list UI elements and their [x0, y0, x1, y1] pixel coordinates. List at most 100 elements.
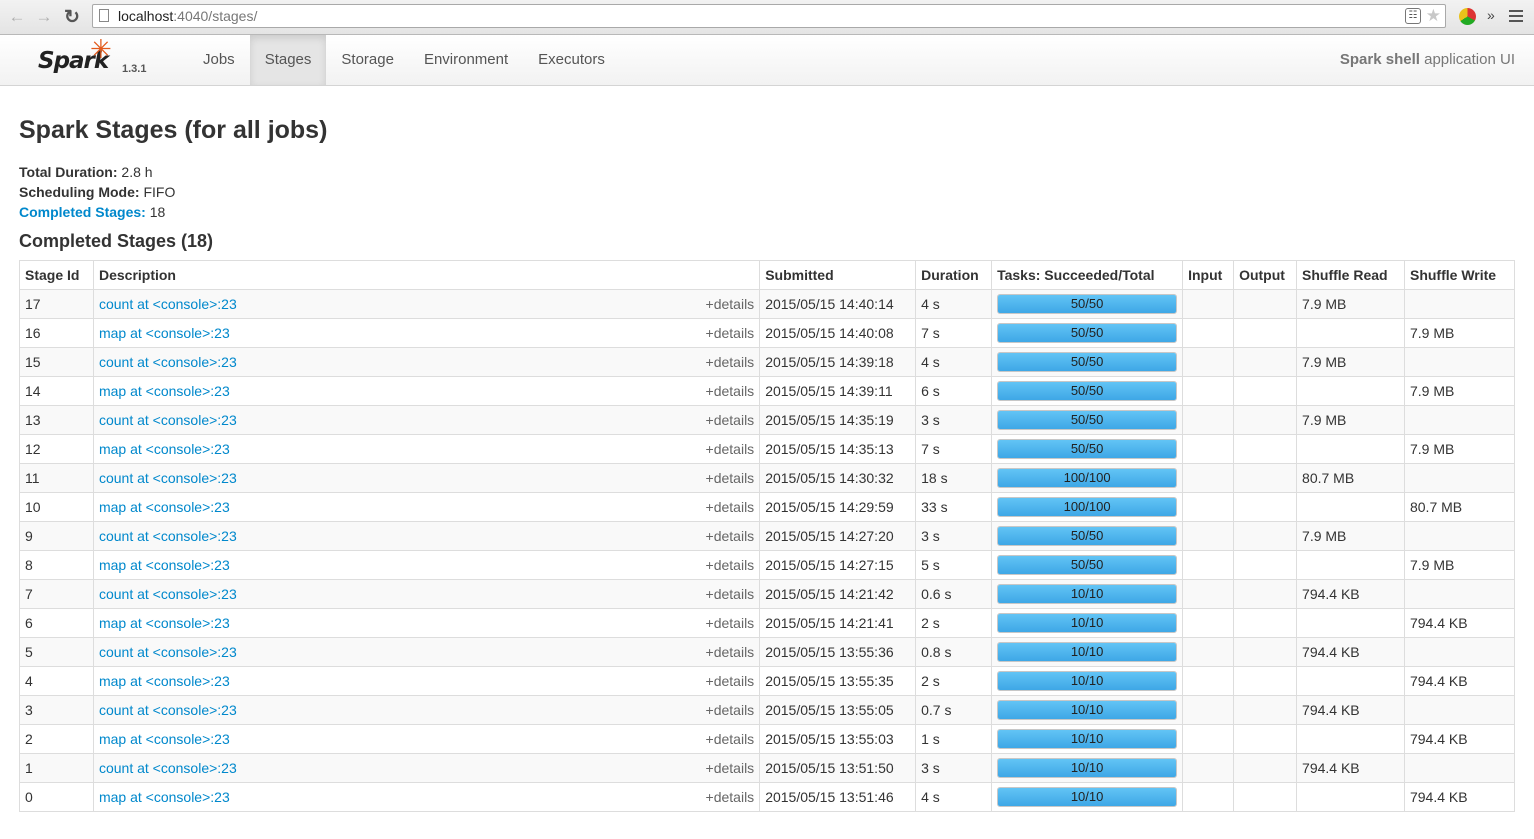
stage-description-link[interactable]: count at <console>:23 — [99, 470, 237, 486]
stage-description-link[interactable]: map at <console>:23 — [99, 731, 230, 747]
stage-id: 13 — [19, 405, 94, 435]
stage-output — [1233, 637, 1297, 667]
header-duration[interactable]: Duration — [915, 260, 992, 290]
stage-duration: 18 s — [915, 463, 992, 493]
stage-output — [1233, 347, 1297, 377]
stage-shuffle-write: 794.4 KB — [1403, 608, 1515, 638]
details-toggle[interactable]: +details — [706, 296, 755, 312]
stage-description-link[interactable]: count at <console>:23 — [99, 586, 237, 602]
star-icon[interactable]: ★ — [1426, 6, 1441, 26]
stage-tasks: 10/10 — [991, 579, 1183, 609]
header-description[interactable]: Description — [92, 260, 760, 290]
details-toggle[interactable]: +details — [706, 470, 755, 486]
stage-input — [1182, 521, 1234, 551]
extension-icon[interactable] — [1459, 8, 1476, 25]
stage-description-link[interactable]: map at <console>:23 — [99, 383, 230, 399]
header-submitted[interactable]: Submitted — [759, 260, 916, 290]
reload-button[interactable]: ↻ — [61, 6, 83, 28]
stage-description-link[interactable]: count at <console>:23 — [99, 760, 237, 776]
address-bar[interactable]: localhost:4040/stages/ ☷ ★ — [92, 4, 1446, 28]
stage-description-link[interactable]: count at <console>:23 — [99, 412, 237, 428]
header-tasks[interactable]: Tasks: Succeeded/Total — [991, 260, 1183, 290]
details-toggle[interactable]: +details — [706, 557, 755, 573]
details-toggle[interactable]: +details — [706, 731, 755, 747]
stage-description-link[interactable]: count at <console>:23 — [99, 296, 237, 312]
tasks-progress-bar: 100/100 — [997, 468, 1178, 488]
completed-stages-link[interactable]: Completed Stages: — [19, 204, 146, 220]
stage-duration: 6 s — [915, 376, 992, 406]
app-name: Spark shell — [1339, 51, 1420, 68]
stage-output — [1233, 724, 1297, 754]
hamburger-menu-icon[interactable] — [1509, 10, 1523, 25]
details-toggle[interactable]: +details — [706, 586, 755, 602]
header-input[interactable]: Input — [1182, 260, 1234, 290]
details-toggle[interactable]: +details — [706, 412, 755, 428]
stage-description: map at <console>:23 +details — [92, 782, 760, 812]
stage-duration: 0.7 s — [915, 695, 992, 725]
details-toggle[interactable]: +details — [706, 383, 755, 399]
tab-stages[interactable]: Stages — [249, 35, 327, 85]
details-toggle[interactable]: +details — [706, 325, 755, 341]
details-toggle[interactable]: +details — [706, 615, 755, 631]
stage-input — [1182, 695, 1234, 725]
stage-tasks: 50/50 — [991, 376, 1183, 406]
stage-output — [1233, 289, 1297, 319]
details-toggle[interactable]: +details — [706, 760, 755, 776]
stage-description-link[interactable]: map at <console>:23 — [99, 441, 230, 457]
chevron-double-right-icon[interactable]: » — [1487, 7, 1495, 23]
header-shuffle-write[interactable]: Shuffle Write — [1403, 260, 1515, 290]
stage-output — [1233, 695, 1297, 725]
translate-icon[interactable]: ☷ — [1405, 8, 1421, 24]
stage-description-link[interactable]: map at <console>:23 — [99, 673, 230, 689]
stage-description-link[interactable]: count at <console>:23 — [99, 644, 237, 660]
header-output[interactable]: Output — [1233, 260, 1297, 290]
stage-id: 11 — [19, 463, 94, 493]
stage-tasks: 100/100 — [991, 463, 1183, 493]
tasks-progress-label: 10/10 — [1070, 644, 1104, 659]
tasks-progress-bar: 50/50 — [997, 352, 1178, 372]
details-toggle[interactable]: +details — [706, 789, 755, 805]
stage-description-link[interactable]: count at <console>:23 — [99, 702, 237, 718]
details-toggle[interactable]: +details — [706, 644, 755, 660]
table-row: 16 map at <console>:23 +details 2015/05/15 … — [19, 318, 1515, 348]
url-text[interactable]: localhost:4040/stages/ — [118, 8, 257, 24]
stage-submitted: 2015/05/15 14:27:15 — [759, 550, 916, 580]
tab-executors[interactable]: Executors — [523, 35, 620, 85]
stage-description-link[interactable]: map at <console>:23 — [99, 557, 230, 573]
stage-description-link[interactable]: map at <console>:23 — [99, 499, 230, 515]
stage-shuffle-write — [1403, 521, 1515, 551]
tab-environment[interactable]: Environment — [409, 35, 523, 85]
app-title: Spark shell application UI — [1340, 35, 1515, 85]
forward-button[interactable]: → — [33, 6, 55, 28]
tab-jobs[interactable]: Jobs — [188, 35, 250, 85]
details-toggle[interactable]: +details — [706, 354, 755, 370]
stage-submitted: 2015/05/15 14:35:19 — [759, 405, 916, 435]
browser-toolbar: ← → ↻ localhost:4040/stages/ ☷ ★ » — [0, 0, 1534, 35]
stage-shuffle-read — [1296, 318, 1405, 348]
stage-description-link[interactable]: map at <console>:23 — [99, 789, 230, 805]
stage-duration: 7 s — [915, 318, 992, 348]
stage-shuffle-write: 7.9 MB — [1403, 550, 1515, 580]
details-toggle[interactable]: +details — [706, 441, 755, 457]
header-stage-id[interactable]: Stage Id — [19, 260, 94, 290]
stage-description-link[interactable]: map at <console>:23 — [99, 325, 230, 341]
stage-description-link[interactable]: count at <console>:23 — [99, 528, 237, 544]
stage-shuffle-write — [1403, 753, 1515, 783]
stage-description-link[interactable]: map at <console>:23 — [99, 615, 230, 631]
stage-description: map at <console>:23 +details — [92, 434, 760, 464]
table-header-row: Stage Id Description Submitted Duration … — [19, 260, 1515, 290]
tab-storage[interactable]: Storage — [326, 35, 409, 85]
stage-description-link[interactable]: count at <console>:23 — [99, 354, 237, 370]
stage-shuffle-write: 794.4 KB — [1403, 724, 1515, 754]
details-toggle[interactable]: +details — [706, 528, 755, 544]
details-toggle[interactable]: +details — [706, 702, 755, 718]
tasks-progress-bar: 10/10 — [997, 613, 1178, 633]
stage-output — [1233, 753, 1297, 783]
details-toggle[interactable]: +details — [706, 499, 755, 515]
details-toggle[interactable]: +details — [706, 673, 755, 689]
table-row: 15 count at <console>:23 +details 2015/05/1… — [19, 347, 1515, 377]
arrow-left-icon: ← — [8, 7, 26, 26]
tasks-progress-label: 50/50 — [1070, 354, 1104, 369]
header-shuffle-read[interactable]: Shuffle Read — [1296, 260, 1405, 290]
back-button[interactable]: ← — [6, 6, 28, 28]
